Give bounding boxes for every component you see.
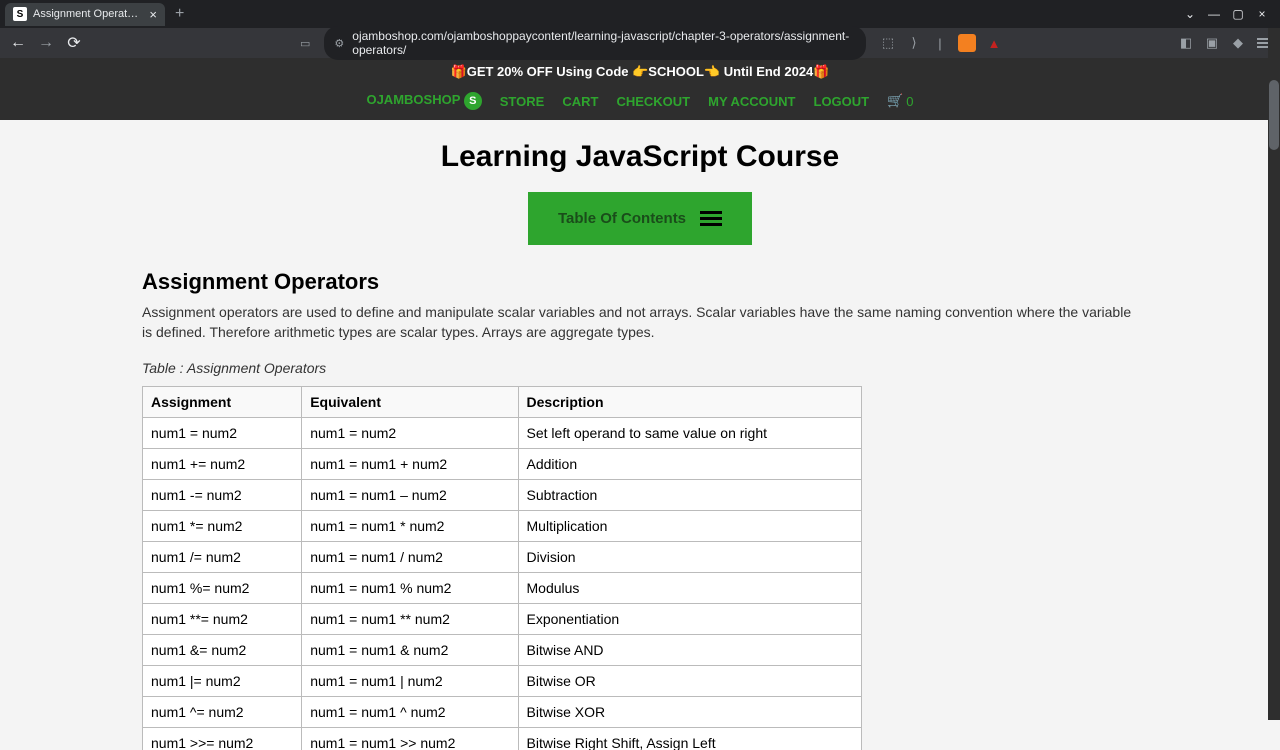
section-heading: Assignment Operators: [142, 269, 1138, 295]
sidebar-icon[interactable]: ◧: [1178, 35, 1194, 51]
brave-shield-icon[interactable]: [958, 34, 976, 52]
table-cell: num1 |= num2: [143, 666, 302, 697]
table-cell: num1 *= num2: [143, 511, 302, 542]
page-title: Learning JavaScript Course: [142, 140, 1138, 174]
col-equivalent: Equivalent: [302, 387, 518, 418]
url-text: ojamboshop.com/ojamboshoppaycontent/lear…: [352, 29, 856, 57]
nav-checkout[interactable]: CHECKOUT: [616, 94, 690, 109]
table-cell: num1 = num2: [302, 418, 518, 449]
table-cell: num1 = num1 >> num2: [302, 728, 518, 750]
chevron-down-icon[interactable]: ⌄: [1182, 6, 1198, 22]
back-button[interactable]: ←: [8, 33, 28, 53]
col-description: Description: [518, 387, 861, 418]
table-row: num1 += num2num1 = num1 + num2Addition: [143, 449, 862, 480]
table-row: num1 &= num2num1 = num1 & num2Bitwise AN…: [143, 635, 862, 666]
section-description: Assignment operators are used to define …: [142, 303, 1138, 342]
table-row: num1 **= num2num1 = num1 ** num2Exponent…: [143, 604, 862, 635]
hamburger-icon: [700, 211, 722, 226]
table-row: num1 |= num2num1 = num1 | num2Bitwise OR: [143, 666, 862, 697]
nav-cart[interactable]: CART: [562, 94, 598, 109]
rss-icon[interactable]: ⟩: [906, 35, 922, 51]
table-cell: num1 = num1 / num2: [302, 542, 518, 573]
separator-icon: |: [932, 35, 948, 51]
nav-store[interactable]: STORE: [500, 94, 545, 109]
table-cell: num1 = num2: [143, 418, 302, 449]
table-cell: Division: [518, 542, 861, 573]
close-icon[interactable]: ×: [149, 7, 157, 22]
tab-favicon: S: [13, 7, 27, 21]
table-cell: num1 **= num2: [143, 604, 302, 635]
minimize-button[interactable]: —: [1206, 6, 1222, 22]
site-nav: OJAMBOSHOP S STORE CART CHECKOUT MY ACCO…: [0, 86, 1280, 120]
new-tab-button[interactable]: +: [165, 5, 194, 23]
table-cell: num1 = num1 | num2: [302, 666, 518, 697]
operators-table: Assignment Equivalent Description num1 =…: [142, 386, 862, 750]
scrollbar-track[interactable]: [1268, 28, 1280, 720]
table-cell: Multiplication: [518, 511, 861, 542]
warning-icon[interactable]: ▲: [986, 35, 1002, 51]
table-cell: num1 = num1 % num2: [302, 573, 518, 604]
table-cell: Exponentiation: [518, 604, 861, 635]
cart-icon-link[interactable]: 🛒0: [887, 93, 913, 109]
table-cell: num1 -= num2: [143, 480, 302, 511]
table-cell: num1 = num1 * num2: [302, 511, 518, 542]
table-cell: num1 = num1 ^ num2: [302, 697, 518, 728]
scrollbar-thumb[interactable]: [1269, 80, 1279, 150]
toc-button[interactable]: Table Of Contents: [528, 192, 752, 245]
table-cell: Bitwise OR: [518, 666, 861, 697]
share-icon[interactable]: ⬚: [880, 35, 896, 51]
table-cell: Bitwise XOR: [518, 697, 861, 728]
extensions-icon[interactable]: ◆: [1230, 35, 1246, 51]
reader-mode-icon[interactable]: ▭: [300, 37, 310, 50]
toc-label: Table Of Contents: [558, 210, 686, 227]
promo-banner: 🎁GET 20% OFF Using Code 👉SCHOOL👈 Until E…: [0, 58, 1280, 86]
nav-logout[interactable]: LOGOUT: [814, 94, 870, 109]
cart-count: 0: [906, 94, 913, 109]
table-cell: Set left operand to same value on right: [518, 418, 861, 449]
browser-tab[interactable]: S Assignment Operators - O ×: [5, 3, 165, 26]
nav-account[interactable]: MY ACCOUNT: [708, 94, 795, 109]
table-cell: num1 /= num2: [143, 542, 302, 573]
table-row: num1 *= num2num1 = num1 * num2Multiplica…: [143, 511, 862, 542]
table-row: num1 ^= num2num1 = num1 ^ num2Bitwise XO…: [143, 697, 862, 728]
table-cell: num1 = num1 ** num2: [302, 604, 518, 635]
table-row: num1 -= num2num1 = num1 – num2Subtractio…: [143, 480, 862, 511]
table-cell: num1 >>= num2: [143, 728, 302, 750]
tab-title: Assignment Operators - O: [33, 8, 143, 20]
nav-home[interactable]: OJAMBOSHOP S: [366, 92, 481, 110]
site-settings-icon[interactable]: ⚙: [334, 37, 344, 50]
table-cell: num1 ^= num2: [143, 697, 302, 728]
table-row: num1 %= num2num1 = num1 % num2Modulus: [143, 573, 862, 604]
close-window-button[interactable]: ×: [1254, 6, 1270, 22]
table-cell: num1 += num2: [143, 449, 302, 480]
table-cell: Bitwise Right Shift, Assign Left: [518, 728, 861, 750]
logo-icon: S: [464, 92, 482, 110]
table-caption: Table : Assignment Operators: [142, 360, 1138, 376]
table-cell: num1 &= num2: [143, 635, 302, 666]
table-cell: num1 = num1 – num2: [302, 480, 518, 511]
table-row: num1 >>= num2num1 = num1 >> num2Bitwise …: [143, 728, 862, 750]
table-cell: num1 = num1 + num2: [302, 449, 518, 480]
url-bar[interactable]: ⚙ ojamboshop.com/ojamboshoppaycontent/le…: [324, 26, 866, 60]
col-assignment: Assignment: [143, 387, 302, 418]
table-cell: Bitwise AND: [518, 635, 861, 666]
reload-button[interactable]: ⟳: [64, 33, 84, 53]
forward-button[interactable]: →: [36, 33, 56, 53]
table-row: num1 /= num2num1 = num1 / num2Division: [143, 542, 862, 573]
table-cell: Modulus: [518, 573, 861, 604]
wallet-icon[interactable]: ▣: [1204, 35, 1220, 51]
table-cell: Addition: [518, 449, 861, 480]
table-header-row: Assignment Equivalent Description: [143, 387, 862, 418]
table-cell: num1 = num1 & num2: [302, 635, 518, 666]
table-cell: num1 %= num2: [143, 573, 302, 604]
table-row: num1 = num2num1 = num2Set left operand t…: [143, 418, 862, 449]
maximize-button[interactable]: ▢: [1230, 6, 1246, 22]
table-cell: Subtraction: [518, 480, 861, 511]
cart-icon: 🛒: [887, 93, 903, 109]
